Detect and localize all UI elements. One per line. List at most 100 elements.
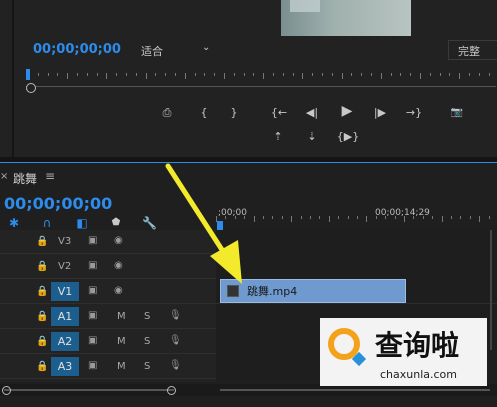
ruler-tick — [439, 73, 441, 76]
ruler-tick — [253, 73, 255, 76]
ruler-tick — [272, 216, 274, 219]
add-marker-icon[interactable]: ⬟ — [110, 217, 122, 229]
step-back-button[interactable]: ◀| — [304, 107, 320, 119]
lock-icon[interactable]: 🔒 — [36, 286, 48, 297]
ruler-tick — [300, 216, 302, 219]
mark-out-button[interactable]: } — [229, 107, 239, 119]
ruler-tick — [263, 73, 265, 79]
lock-icon[interactable]: 🔒 — [36, 236, 48, 247]
ruler-tick — [488, 216, 490, 219]
mark-in-button[interactable]: { — [199, 107, 209, 119]
track-output-icon[interactable]: ▣ — [88, 335, 97, 346]
ruler-tick — [351, 73, 353, 76]
track-output-icon[interactable]: ▣ — [88, 360, 97, 371]
track-output-icon[interactable]: ▣ — [88, 260, 97, 271]
ruler-tick — [291, 216, 293, 222]
play-button[interactable]: ▶ — [339, 104, 355, 118]
monitor-playhead[interactable] — [26, 69, 30, 80]
ruler-tick — [204, 73, 206, 76]
ruler-tick — [319, 216, 321, 219]
nest-sequence-icon[interactable]: ✱ — [8, 217, 20, 229]
ruler-tick — [116, 73, 118, 76]
solo-button[interactable]: S — [144, 311, 150, 322]
snap-magnet-icon[interactable]: ∩ — [40, 217, 54, 229]
track-target-a2[interactable]: A2 — [51, 332, 79, 351]
mute-button[interactable]: M — [117, 361, 126, 372]
lock-icon[interactable]: 🔒 — [36, 311, 48, 322]
solo-button[interactable]: S — [144, 336, 150, 347]
quality-dropdown[interactable]: 完整 — [448, 40, 497, 60]
ruler-tick — [341, 73, 343, 79]
ruler-tick — [310, 216, 311, 219]
ruler-tick — [478, 73, 480, 76]
watermark-url: chaxunla.com — [380, 368, 457, 381]
ruler-tick — [194, 73, 196, 76]
eye-icon[interactable]: ◉ — [114, 285, 123, 296]
monitor-time-ruler[interactable] — [26, 66, 496, 84]
track-target-v1[interactable]: V1 — [51, 282, 79, 301]
ruler-tick — [224, 73, 225, 79]
timeline-timecode[interactable]: 00;00;00;00 — [4, 194, 112, 213]
lock-icon[interactable]: 🔒 — [36, 361, 48, 372]
track-target-a1[interactable]: A1 — [51, 307, 79, 326]
ruler-tick — [86, 73, 88, 76]
quality-dropdown-label: 完整 — [458, 45, 480, 58]
solo-button[interactable]: S — [144, 361, 150, 372]
sequence-tab[interactable]: 跳舞 — [13, 170, 37, 187]
ruler-tick — [488, 73, 490, 76]
ruler-tick — [347, 216, 349, 219]
track-output-icon[interactable]: ▣ — [88, 310, 97, 321]
ruler-tick — [390, 73, 392, 76]
lock-icon[interactable]: 🔒 — [36, 336, 48, 347]
track-output-icon[interactable]: ▣ — [88, 285, 97, 296]
ruler-tick — [375, 216, 377, 219]
watermark: 查询啦 chaxunla.com — [320, 318, 487, 386]
ruler-tick — [361, 73, 363, 76]
program-monitor: 00;00;00;00 适合 ⌄ 完整 ⎙ { } {← ◀| ▶ |▶ →} … — [0, 0, 497, 157]
panel-menu-icon[interactable]: ≡ — [45, 169, 55, 183]
compare-button[interactable]: {▶} — [336, 131, 360, 143]
ruler-tick — [282, 73, 284, 76]
clip-name: 跳舞.mp4 — [247, 285, 298, 298]
ruler-tick — [451, 216, 452, 219]
mute-button[interactable]: M — [117, 311, 126, 322]
mute-button[interactable]: M — [117, 336, 126, 347]
ruler-tick — [328, 216, 330, 222]
ruler-tick — [357, 216, 358, 219]
scroll-handle-left[interactable] — [2, 386, 11, 395]
wrench-icon[interactable]: 🔧 — [142, 217, 157, 229]
lift-button[interactable]: ⇡ — [268, 131, 288, 143]
fit-dropdown[interactable]: 适合 ⌄ — [132, 42, 216, 58]
lock-icon[interactable]: 🔒 — [36, 261, 48, 272]
eye-icon[interactable]: ◉ — [114, 235, 123, 246]
preview-figure — [290, 0, 320, 12]
ruler-tick — [67, 73, 69, 79]
monitor-timecode[interactable]: 00;00;00;00 — [33, 42, 121, 57]
export-frame-icon[interactable]: ⎙ — [160, 107, 174, 119]
ruler-tick — [469, 73, 470, 76]
microphone-icon[interactable]: 🎙 — [169, 335, 182, 346]
microphone-icon[interactable]: 🎙 — [169, 360, 182, 371]
ruler-tick — [331, 73, 333, 76]
go-to-out-button[interactable]: →} — [405, 107, 423, 119]
extract-button[interactable]: ⇣ — [302, 131, 322, 143]
step-forward-button[interactable]: |▶ — [372, 107, 388, 119]
microphone-icon[interactable]: 🎙 — [169, 310, 182, 321]
close-icon[interactable]: × — [0, 171, 8, 182]
monitor-zoom-bar[interactable] — [26, 86, 496, 87]
ruler-tick — [400, 73, 402, 76]
camera-icon[interactable]: 📷 — [449, 107, 465, 119]
track-target-a3[interactable]: A3 — [51, 357, 79, 376]
monitor-zoom-handle[interactable] — [26, 83, 36, 93]
ruler-tick — [404, 216, 405, 222]
linked-selection-icon[interactable]: ◧ — [76, 217, 88, 229]
go-to-in-button[interactable]: {← — [270, 107, 288, 119]
eye-icon[interactable]: ◉ — [114, 260, 123, 271]
ruler-tick — [432, 216, 434, 219]
track-output-icon[interactable]: ▣ — [88, 235, 97, 246]
vertical-scrollbar[interactable] — [487, 230, 495, 350]
ruler-tick — [57, 73, 59, 76]
ruler-tick — [366, 216, 368, 222]
scroll-handle-right[interactable] — [167, 386, 176, 395]
ruler-tick — [145, 73, 147, 79]
